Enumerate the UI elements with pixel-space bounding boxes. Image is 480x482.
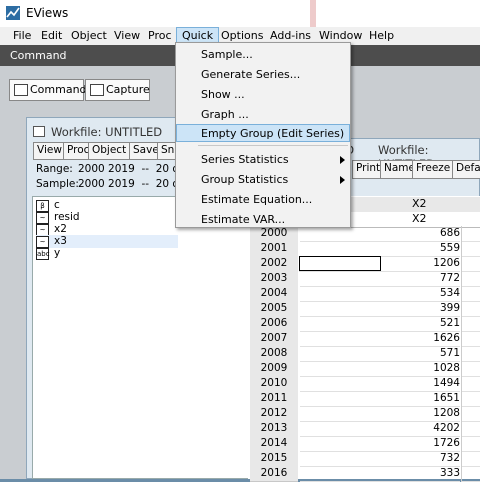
row-label[interactable]: 2001 [250,241,298,257]
eviews-app-icon [6,6,20,20]
window-title: EViews [26,6,69,20]
sample-value[interactable]: 2000 2019 -- 20 o [78,178,179,190]
wf-view-button[interactable]: View [33,142,66,160]
menu-edit[interactable]: Edit [36,28,67,44]
background-artifact [310,0,316,27]
row-value-cell[interactable]: 1726 [300,436,460,452]
row-label[interactable]: 2004 [250,286,298,302]
object-name: x2 [54,223,67,235]
empty-column-cell[interactable] [461,406,480,422]
row-value-cell[interactable]: 732 [300,451,460,467]
row-value-cell[interactable]: 333 [300,466,460,482]
row-label[interactable]: 2015 [250,451,298,467]
title-bar: EViews [0,0,480,27]
menu-item-show[interactable]: Show ... [201,86,245,104]
menu-item-estimate-equation[interactable]: Estimate Equation... [201,191,312,209]
row-value-cell[interactable]: 534 [300,286,460,302]
row-value-cell[interactable]: 686 [300,226,460,242]
row-label[interactable]: 2010 [250,376,298,392]
menu-proc[interactable]: Proc [143,28,177,44]
sample-label: Sample: [36,178,79,190]
empty-column-cell[interactable] [461,361,480,377]
row-value-cell[interactable]: 772 [300,271,460,287]
row-label[interactable]: 2013 [250,421,298,437]
row-label[interactable]: 2009 [250,361,298,377]
empty-column-cell[interactable] [461,331,480,347]
empty-column-cell[interactable] [461,241,480,257]
menu-object[interactable]: Object [66,28,112,44]
menu-help[interactable]: Help [364,28,399,44]
workfile-icon [33,126,45,137]
empty-column-cell[interactable] [461,301,480,317]
menu-item-empty-group[interactable]: Empty Group (Edit Series) [176,124,350,142]
empty-column-cell[interactable] [461,451,480,467]
row-value-cell[interactable]: 1028 [300,361,460,377]
empty-column-cell[interactable] [461,286,480,302]
row-label[interactable]: 2014 [250,436,298,452]
submenu-arrow-icon [340,156,345,164]
empty-column-cell[interactable] [461,391,480,407]
row-value-cell[interactable]: 1208 [300,406,460,422]
row-value-cell[interactable]: 1494 [300,376,460,392]
row-value-cell[interactable]: 1626 [300,331,460,347]
selected-empty-cell[interactable] [299,256,381,272]
row-label[interactable]: 2016 [250,466,298,482]
empty-column-cell[interactable] [461,421,480,437]
row-label[interactable]: 2008 [250,346,298,362]
object-name: resid [54,211,80,223]
row-label[interactable]: 2003 [250,271,298,287]
empty-column-cell[interactable] [461,271,480,287]
row-value-cell[interactable]: 1651 [300,391,460,407]
menu-view[interactable]: View [109,28,145,44]
menu-file[interactable]: File [8,28,36,44]
row-value-cell[interactable]: 399 [300,301,460,317]
empty-column-cell[interactable] [461,316,480,332]
command-tab-label: Command [30,83,87,96]
object-name: x3 [54,235,67,247]
menu-item-group-statistics[interactable]: Group Statistics [201,171,288,189]
capture-tab[interactable]: Capture [85,79,150,101]
row-label[interactable]: 2006 [250,316,298,332]
menu-item-graph[interactable]: Graph ... [201,106,249,124]
range-label: Range: [36,163,73,175]
abc-icon: abc [36,248,50,260]
row-label[interactable]: 2002 [250,256,298,272]
menu-separator [198,145,348,146]
row-value-cell[interactable]: 571 [300,346,460,362]
row-label[interactable]: 2007 [250,331,298,347]
menu-item-generate-series[interactable]: Generate Series... [201,66,300,84]
empty-column-cell[interactable] [461,256,480,272]
row-value-cell[interactable]: 1206 [381,256,460,272]
row-value-cell[interactable]: 559 [300,241,460,257]
object-name: c [54,199,60,211]
row-label[interactable]: 2005 [250,301,298,317]
capture-icon [90,84,104,96]
row-value-cell[interactable]: 4202 [300,421,460,437]
menu-item-series-statistics[interactable]: Series Statistics [201,151,289,169]
empty-column-cell[interactable] [461,376,480,392]
row-label[interactable]: 2011 [250,391,298,407]
default-button[interactable]: Defau [452,160,480,179]
empty-column-cell[interactable] [461,466,480,482]
object-name: y [54,247,61,259]
capture-tab-label: Capture [106,83,150,96]
menu-item-sample[interactable]: Sample... [201,46,253,64]
workfile-title: Workfile: UNTITLED [51,125,163,139]
empty-column-cell[interactable] [461,226,480,242]
menu-item-estimate-var[interactable]: Estimate VAR... [201,211,285,229]
freeze-button[interactable]: Freeze [412,160,455,179]
command-pane-label: Command [10,49,67,62]
wf-object-button[interactable]: Object [88,142,131,160]
submenu-arrow-icon [340,176,345,184]
command-icon [14,84,28,96]
column-subheader-label: X2 [412,212,427,225]
command-tab[interactable]: Command [9,79,87,101]
empty-column-cell[interactable] [461,346,480,362]
object-y[interactable]: abc y [36,247,206,260]
row-value-cell[interactable]: 521 [300,316,460,332]
empty-column-cell[interactable] [461,436,480,452]
column-header-label: X2 [412,197,427,210]
row-label[interactable]: 2012 [250,406,298,422]
range-value[interactable]: 2000 2019 -- 20 o [78,163,179,175]
